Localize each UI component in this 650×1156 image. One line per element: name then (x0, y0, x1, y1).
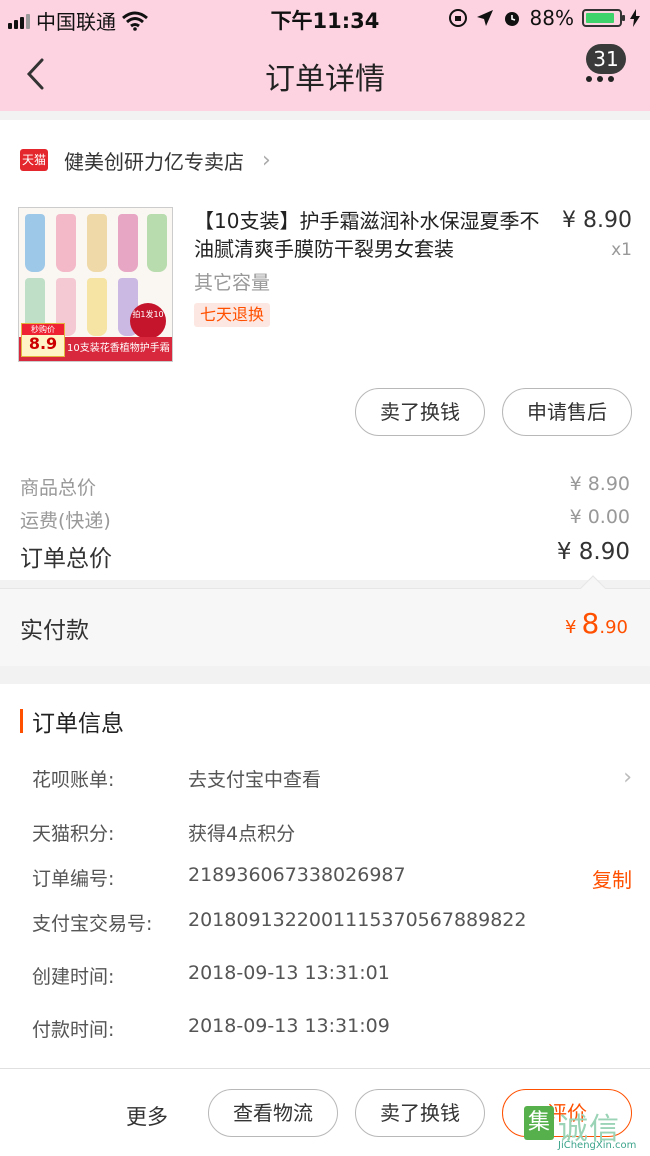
status-left: 中国联通 (8, 6, 148, 35)
battery-percent: 88% (529, 6, 574, 30)
info-key: 付款时间: (32, 1019, 115, 1041)
copy-button[interactable]: 复制 (592, 864, 632, 893)
order-total-value: ¥ 8.90 (556, 539, 630, 565)
tube-image (56, 214, 76, 272)
paid-amount-bar: 实付款 ¥ 8.90 (0, 575, 650, 666)
goods-total-label: 商品总价 (20, 477, 97, 499)
tube-image (87, 278, 107, 336)
shipping-row: 运费(快递) ¥ 0.00 (20, 506, 630, 533)
order-number: 218936067338026987 (188, 864, 406, 886)
order-info-title: 订单信息 (32, 711, 124, 737)
after-sale-button[interactable]: 申请售后 (502, 388, 632, 436)
info-key: 创建时间: (32, 966, 115, 988)
product-title[interactable]: 【10支装】护手霜滋润补水保湿夏季不油腻清爽手膜防干裂男女套装 (194, 207, 544, 263)
tmall-icon: 天猫 (20, 149, 48, 171)
paid-integer: 8 (581, 607, 600, 640)
watermark: 集 诚信 JiChengXin.com (524, 1102, 642, 1152)
product-price: ¥ 8.90 (562, 208, 632, 233)
paid-decimal: .90 (599, 617, 628, 638)
view-logistics-button[interactable]: 查看物流 (208, 1089, 338, 1137)
info-key: 支付宝交易号: (32, 913, 153, 935)
page-title: 订单详情 (265, 62, 385, 97)
sell-button[interactable]: 卖了换钱 (355, 388, 485, 436)
charging-icon (630, 9, 640, 27)
tube-image (147, 214, 167, 272)
alarm-icon (504, 12, 519, 26)
tube-image (118, 214, 138, 272)
alipay-trade-number: 2018091322001115370567889822 (188, 909, 527, 931)
status-right: 88% (448, 6, 640, 30)
chevron-right-icon: › (623, 765, 632, 790)
paid-currency: ¥ (564, 617, 577, 638)
order-total-label: 订单总价 (20, 546, 112, 572)
more-menu-button[interactable]: 31 (586, 44, 636, 94)
watermark-logo: 集 (524, 1106, 554, 1140)
product-image[interactable]: 拍1发10 10支装花香植物护手霜 秒购价 8.9 (18, 207, 173, 362)
section-accent-bar (20, 709, 23, 733)
tube-image (87, 214, 107, 272)
goods-total-value: ¥ 8.90 (569, 473, 630, 495)
info-value: 去支付宝中查看 (188, 769, 322, 791)
return-policy-tag: 七天退换 (194, 303, 271, 327)
info-value: 获得4点积分 (188, 823, 296, 845)
more-dots-icon (586, 76, 614, 82)
rotation-lock-icon (448, 9, 467, 27)
product-quantity: x1 (611, 240, 632, 260)
info-key: 订单编号: (32, 868, 115, 890)
chevron-left-icon (26, 58, 44, 90)
paid-time: 2018-09-13 13:31:09 (188, 1015, 390, 1037)
shop-name: 健美创研力亿专卖店 (64, 149, 244, 174)
message-count-badge: 31 (586, 44, 626, 74)
shipping-label: 运费(快递) (20, 510, 111, 532)
shop-link[interactable]: 天猫 健美创研力亿专卖店 › (20, 145, 271, 175)
back-button[interactable] (18, 54, 58, 94)
signal-icon (8, 13, 30, 29)
info-key: 花呗账单: (32, 769, 115, 791)
sell-button-bottom[interactable]: 卖了换钱 (355, 1089, 485, 1137)
info-key: 天猫积分: (32, 823, 115, 845)
tube-image (25, 214, 45, 272)
wifi-icon (122, 11, 148, 31)
paid-value: ¥ 8.90 (565, 607, 628, 640)
paid-label: 实付款 (20, 618, 89, 644)
order-info-header: 订单信息 (20, 704, 124, 738)
order-total-row: 订单总价 ¥ 8.90 (20, 539, 630, 573)
chevron-right-icon: › (262, 147, 271, 173)
shipping-value: ¥ 0.00 (569, 506, 630, 528)
created-time: 2018-09-13 13:31:01 (188, 962, 390, 984)
carrier-label: 中国联通 (36, 10, 116, 34)
image-price-value: 8.9 (28, 334, 58, 353)
battery-icon (582, 9, 625, 27)
image-price-tag: 秒购价 8.9 (21, 323, 65, 357)
watermark-url: JiChengXin.com (558, 1140, 637, 1151)
status-bar: 中国联通 下午11:34 88% (0, 0, 650, 36)
product-spec: 其它容量 (194, 272, 271, 294)
image-promo-stamp: 拍1发10 (130, 303, 166, 339)
nav-bar: 订单详情 31 (0, 36, 650, 111)
location-icon (476, 10, 493, 26)
goods-total-row: 商品总价 ¥ 8.90 (20, 473, 630, 500)
more-button[interactable]: 更多 (126, 1101, 168, 1131)
